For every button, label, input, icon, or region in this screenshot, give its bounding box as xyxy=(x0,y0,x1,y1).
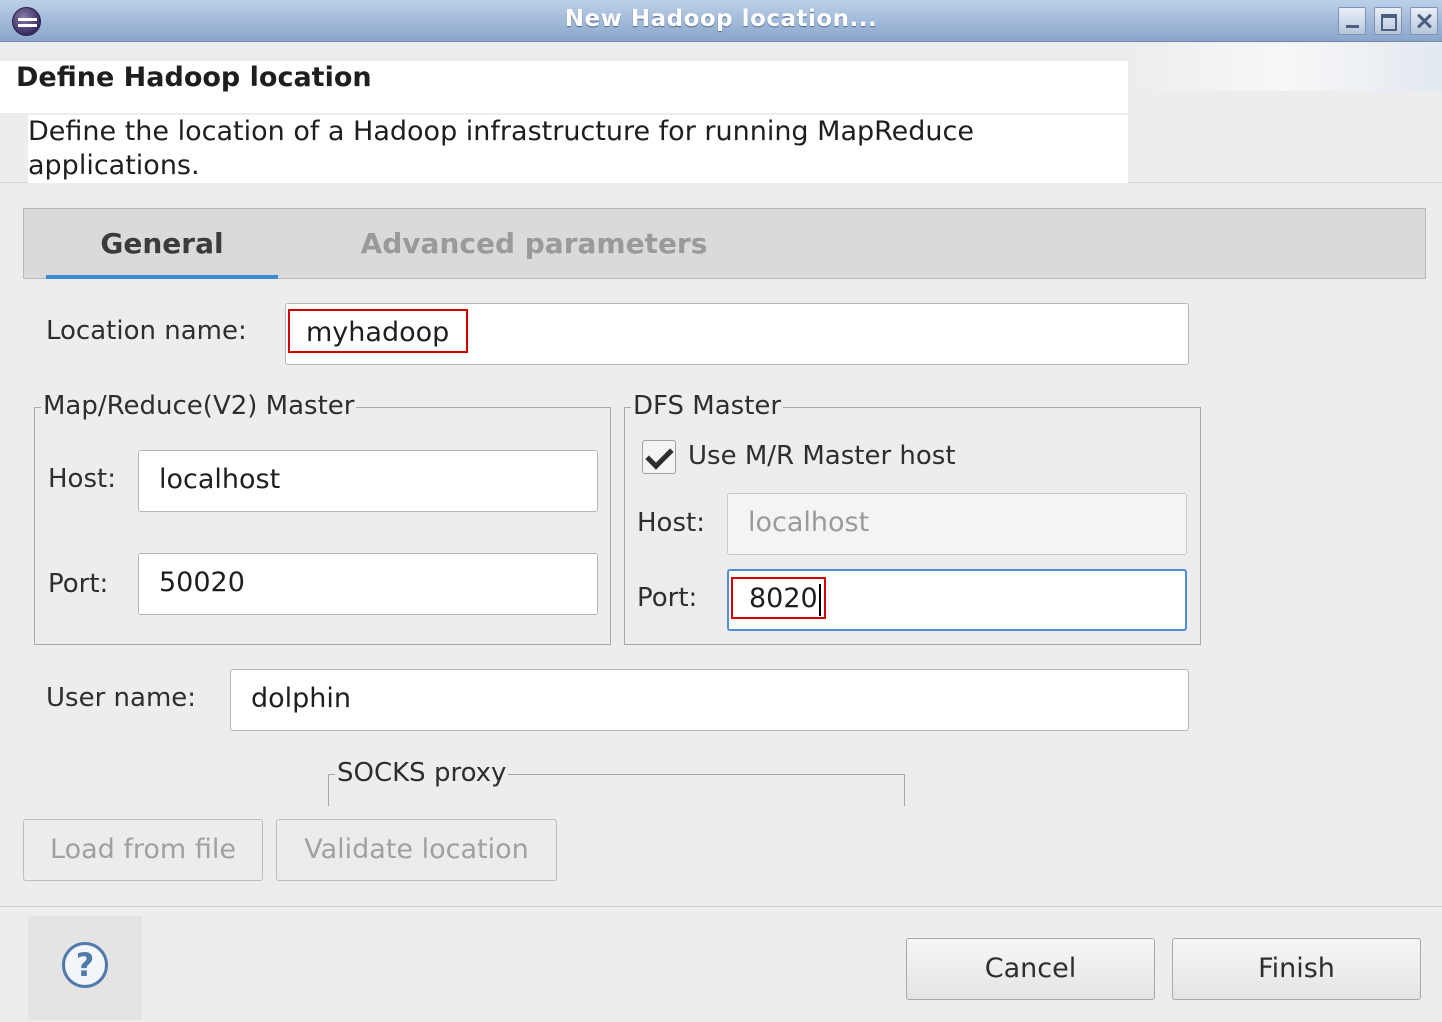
use-mr-host-label[interactable]: Use M/R Master host xyxy=(688,441,956,471)
location-name-label: Location name: xyxy=(46,316,247,346)
finish-button[interactable]: Finish xyxy=(1172,938,1421,1000)
window-title-bar[interactable]: New Hadoop location... xyxy=(0,0,1442,42)
validate-location-button[interactable]: Validate location xyxy=(276,819,557,881)
wizard-banner: Define Hadoop location Define the locati… xyxy=(0,43,1442,183)
location-name-highlight xyxy=(288,309,468,353)
help-icon[interactable]: ? xyxy=(62,942,108,988)
dialog-separator xyxy=(0,906,1442,907)
dfs-port-label: Port: xyxy=(637,583,698,613)
mr-port-field[interactable]: 50020 xyxy=(138,553,598,615)
dfs-master-legend: DFS Master xyxy=(631,391,784,421)
dfs-host-label: Host: xyxy=(637,508,705,538)
maximize-icon[interactable] xyxy=(1374,7,1402,35)
close-icon[interactable] xyxy=(1410,7,1438,35)
mr-port-value: 50020 xyxy=(159,567,245,598)
banner-description: Define the location of a Hadoop infrastr… xyxy=(28,116,975,181)
minimize-icon[interactable] xyxy=(1338,7,1366,35)
user-name-label: User name: xyxy=(46,683,197,713)
user-name-field[interactable]: dolphin xyxy=(230,669,1189,731)
banner-image xyxy=(1128,43,1442,91)
mr-host-value: localhost xyxy=(159,464,281,495)
mr-port-label: Port: xyxy=(48,569,109,599)
mr-master-legend: Map/Reduce(V2) Master xyxy=(41,391,357,421)
banner-title: Define Hadoop location xyxy=(16,62,372,93)
load-from-file-button[interactable]: Load from file xyxy=(23,819,263,881)
tab-general[interactable]: General xyxy=(46,209,278,279)
cancel-button[interactable]: Cancel xyxy=(906,938,1155,1000)
socks-proxy-legend: SOCKS proxy xyxy=(335,758,509,788)
tab-bar: General Advanced parameters xyxy=(23,208,1426,279)
use-mr-host-checkbox[interactable] xyxy=(642,440,676,474)
dfs-host-value: localhost xyxy=(748,507,870,538)
socks-proxy-group: SOCKS proxy xyxy=(328,758,905,806)
user-name-value: dolphin xyxy=(251,683,352,714)
mr-host-field[interactable]: localhost xyxy=(138,450,598,512)
dfs-host-field: localhost xyxy=(727,493,1187,555)
mr-host-label: Host: xyxy=(48,464,116,494)
window-title: New Hadoop location... xyxy=(564,6,878,32)
dfs-port-highlight xyxy=(731,577,826,619)
tab-advanced-parameters[interactable]: Advanced parameters xyxy=(324,209,744,278)
